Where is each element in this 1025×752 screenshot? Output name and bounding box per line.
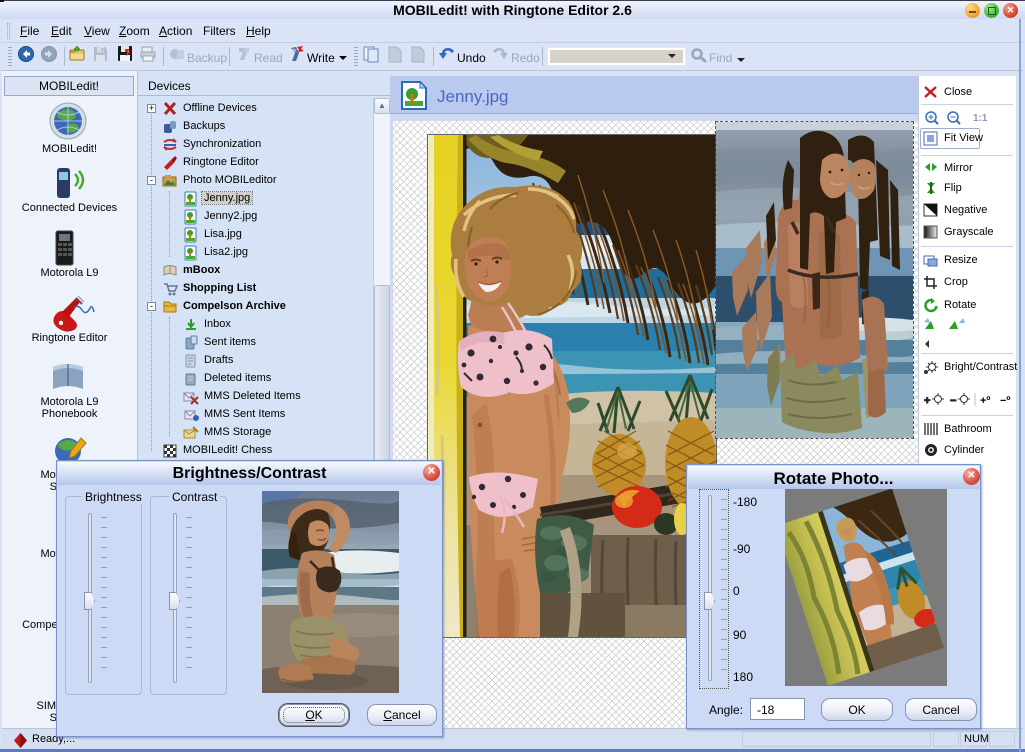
svg-text:+º: +º [980,395,990,407]
svg-text:1:1: 1:1 [973,113,988,124]
svg-text:+: + [924,395,930,407]
svg-text:−: − [950,395,956,407]
svg-text:−º: −º [1000,395,1010,407]
